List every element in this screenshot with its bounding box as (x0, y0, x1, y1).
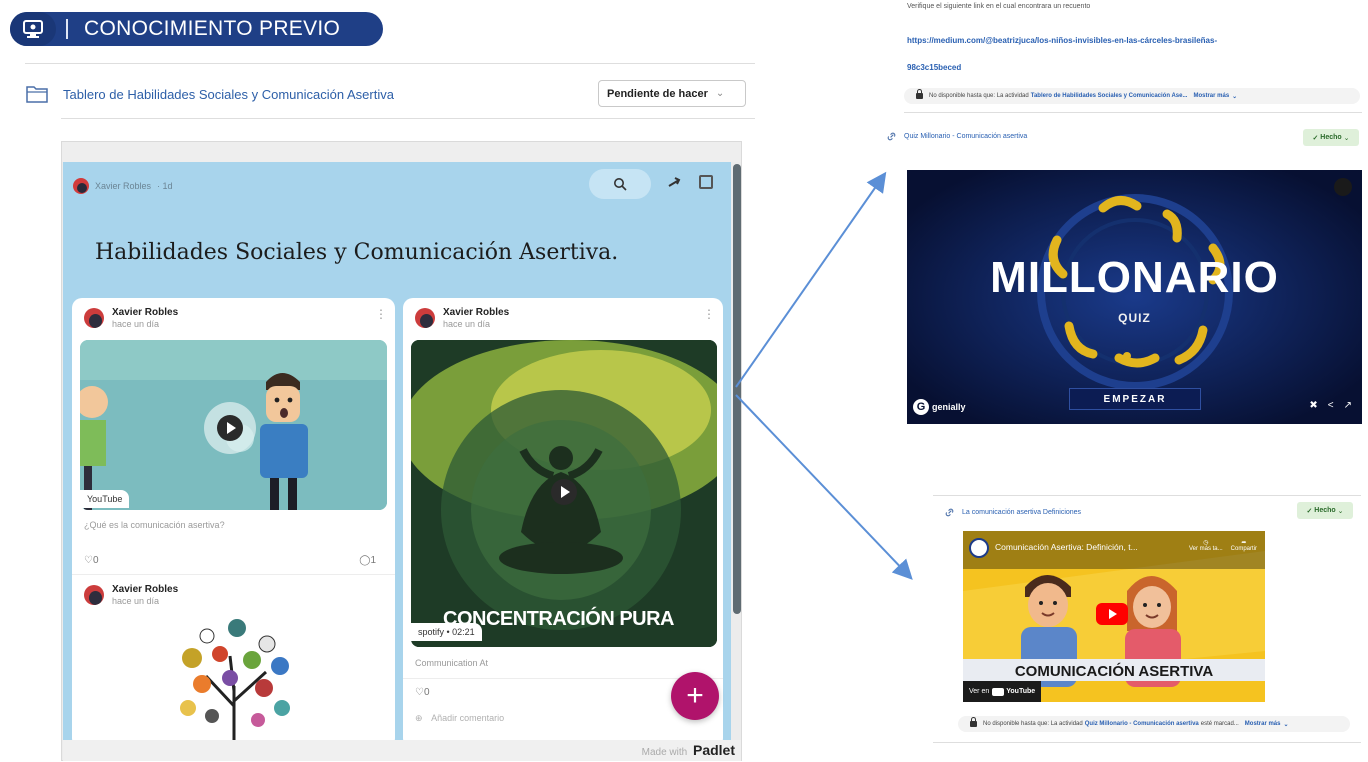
watch-later-label: Ver más ta... (1188, 546, 1223, 552)
mute-icon[interactable]: ✖ (1309, 400, 1317, 411)
youtube-brand: YouTube (1006, 688, 1036, 695)
check-icon: ✓ (1312, 134, 1319, 142)
arrow-to-quiz (735, 171, 887, 388)
lock-icon (970, 717, 977, 727)
restriction-suffix: esté marcad... (1200, 721, 1239, 727)
genially-interaction-icon[interactable] (1334, 178, 1352, 196)
share-label: Compartir (1230, 546, 1257, 552)
divider (933, 495, 1361, 496)
restriction-activity[interactable]: Quiz Millonario - Comunicación asertiva (1085, 721, 1199, 727)
youtube-embed[interactable]: Comunicación Asertiva: Definición, t... … (963, 531, 1265, 702)
channel-avatar[interactable] (969, 538, 989, 558)
show-more-link[interactable]: Mostrar más (1193, 93, 1229, 99)
quiz-subtitle: QUIZ (1118, 311, 1151, 325)
arrow-to-video (735, 394, 913, 580)
fullscreen-icon[interactable]: ↗ (1344, 400, 1352, 411)
quiz-embed[interactable]: MILLONARIO QUIZ EMPEZAR G genially ✖ < ↗ (907, 170, 1362, 424)
divider (904, 112, 1362, 113)
video-title[interactable]: Comunicación Asertiva: Definición, t... (995, 542, 1138, 552)
quiz-activity-row[interactable]: Quiz Millonario - Comunicación asertiva (886, 131, 1027, 142)
video-caption: COMUNICACIÓN ASERTIVA (1014, 663, 1214, 680)
chevron-down-icon: ⌄ (1337, 507, 1344, 515)
done-status-badge[interactable]: ✓ Hecho ⌄ (1297, 502, 1353, 519)
lock-icon (916, 89, 923, 99)
watch-later-button[interactable]: ◷ Ver más ta... (1189, 539, 1223, 552)
link-icon (887, 132, 896, 141)
link-icon (945, 508, 954, 517)
start-button[interactable]: EMPEZAR (1069, 388, 1201, 410)
share-button[interactable]: ➦ Compartir (1231, 539, 1257, 552)
genially-logo[interactable]: G genially (913, 399, 966, 415)
watch-on-label: Ver en (969, 688, 990, 695)
done-label: Hecho (1314, 507, 1336, 514)
divider (933, 742, 1361, 743)
restriction-notice: No disponible hasta que: La actividad Ta… (904, 88, 1360, 104)
restriction-prefix: No disponible hasta que: La actividad (983, 721, 1083, 727)
video-activity-link[interactable]: La comunicación asertiva Definiciones (962, 509, 1081, 516)
external-link-continued[interactable]: 98c3c15beced (907, 63, 961, 72)
chevron-down-icon: ⌄ (1283, 721, 1289, 728)
instruction-text: Verifique el siguiente link en el cual e… (907, 3, 1091, 10)
video-actions: ◷ Ver más ta... ➦ Compartir (1189, 539, 1257, 552)
genially-icon: G (913, 399, 929, 415)
youtube-play-button[interactable] (1096, 603, 1128, 625)
video-activity-row[interactable]: La comunicación asertiva Definiciones (944, 507, 1081, 518)
done-label: Hecho (1320, 134, 1342, 141)
youtube-icon (992, 687, 1005, 696)
youtube-logo: YouTube (992, 687, 1036, 696)
embed-controls: ✖ < ↗ (1309, 400, 1352, 411)
external-link[interactable]: https://medium.com/@beatrizjuca/los-niño… (907, 36, 1217, 45)
share-icon[interactable]: < (1328, 400, 1334, 411)
watch-on-youtube-button[interactable]: Ver en YouTube (963, 681, 1042, 702)
check-icon: ✓ (1306, 507, 1313, 515)
restriction-notice: No disponible hasta que: La actividad Qu… (958, 716, 1350, 732)
chevron-down-icon: ⌄ (1343, 134, 1350, 142)
quiz-title: MILLONARIO (990, 253, 1279, 302)
done-status-badge[interactable]: ✓ Hecho ⌄ (1303, 129, 1359, 146)
show-more-link[interactable]: Mostrar más (1245, 721, 1281, 727)
restriction-activity[interactable]: Tablero de Habilidades Sociales y Comuni… (1031, 93, 1188, 99)
chevron-down-icon: ⌄ (1232, 93, 1238, 100)
quiz-activity-link[interactable]: Quiz Millonario - Comunicación asertiva (904, 133, 1027, 140)
restriction-prefix: No disponible hasta que: La actividad (929, 93, 1029, 99)
genially-brand: genially (932, 402, 966, 412)
